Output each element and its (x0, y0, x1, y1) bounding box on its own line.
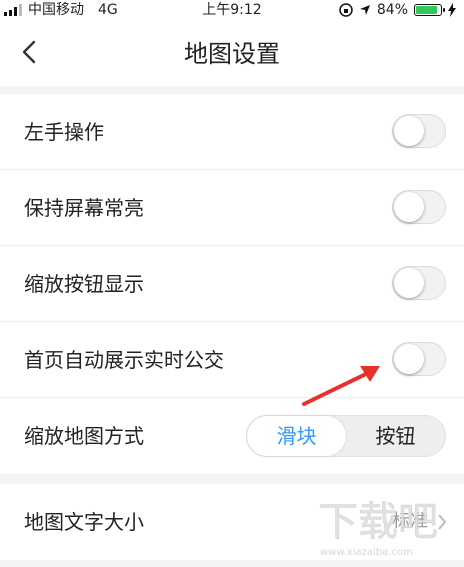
status-right: 84% (339, 0, 456, 20)
toggle-knob (394, 192, 424, 222)
setting-row-realtime-bus[interactable]: 首页自动展示实时公交 (0, 322, 464, 398)
keep-screen-on-toggle[interactable] (392, 190, 446, 224)
toggle-knob (394, 344, 424, 374)
settings-group-main: 左手操作 保持屏幕常亮 缩放按钮显示 首页自动展示实时公交 缩放地图方式 滑块 … (0, 94, 464, 474)
page-title: 地图设置 (184, 40, 280, 68)
svg-text:下载吧: 下载吧 (318, 499, 438, 545)
svg-text:www.xiazaiba.com: www.xiazaiba.com (320, 547, 413, 558)
lock-rotation-icon (339, 3, 353, 17)
realtime-bus-toggle[interactable] (392, 342, 446, 376)
setting-row-left-hand[interactable]: 左手操作 (0, 94, 464, 170)
setting-label: 地图文字大小 (24, 510, 144, 534)
zoom-mode-segmented-control: 滑块 按钮 (246, 415, 446, 457)
toggle-knob (394, 116, 424, 146)
setting-row-zoom-mode: 缩放地图方式 滑块 按钮 (0, 398, 464, 474)
site-watermark-logo: 下载吧 www.xiazaiba.com (318, 499, 439, 558)
toggle-knob (394, 268, 424, 298)
setting-label: 首页自动展示实时公交 (24, 348, 224, 372)
charging-bolt-icon (448, 3, 456, 17)
zoom-mode-slider-option[interactable]: 滑块 (247, 416, 346, 456)
setting-label: 缩放按钮显示 (24, 272, 144, 296)
setting-label: 缩放地图方式 (24, 424, 144, 448)
battery-percent: 84% (376, 2, 408, 18)
nav-bar: 地图设置 (0, 20, 464, 86)
status-bar: 中国移动 4G 上午9:12 84% (0, 0, 464, 20)
zoom-buttons-toggle[interactable] (392, 266, 446, 300)
setting-label: 左手操作 (24, 120, 104, 144)
annotation-arrow-icon (302, 366, 380, 406)
battery-icon (414, 4, 445, 16)
setting-row-zoom-buttons[interactable]: 缩放按钮显示 (0, 246, 464, 322)
setting-row-keep-screen-on[interactable]: 保持屏幕常亮 (0, 170, 464, 246)
location-arrow-icon (359, 5, 370, 15)
left-hand-toggle[interactable] (392, 114, 446, 148)
zoom-mode-button-option[interactable]: 按钮 (346, 416, 445, 456)
setting-label: 保持屏幕常亮 (24, 196, 144, 220)
